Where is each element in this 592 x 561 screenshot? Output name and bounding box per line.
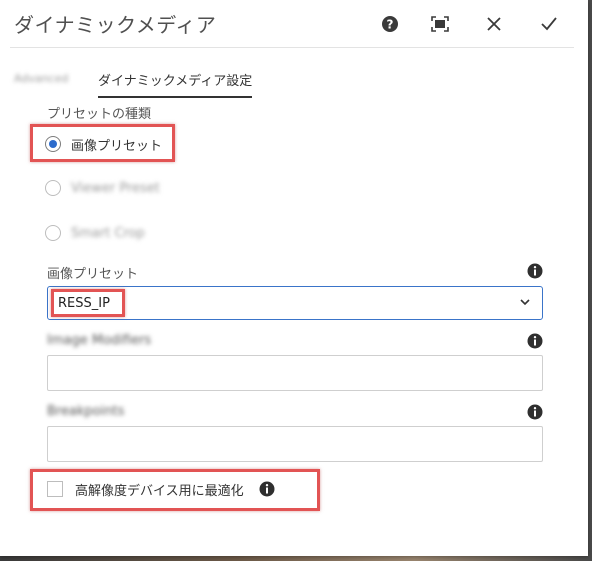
preset-type-label: プリセットの種類 [47,107,152,122]
image-modifiers-label: Image Modifiers [47,333,152,348]
radio-button[interactable] [45,225,61,241]
svg-text:?: ? [387,18,394,32]
radio-label: Smart Crop [71,225,145,241]
fullscreen-button[interactable] [426,10,454,38]
tab-dynamic-media-settings[interactable]: ダイナミックメディア設定 [98,70,253,98]
dialog-title: ダイナミックメディア [14,13,217,37]
radio-image-preset[interactable]: 画像プリセット [45,132,162,156]
fullscreen-icon [431,16,449,32]
info-icon[interactable] [527,263,543,279]
info-icon[interactable] [259,481,275,497]
header-divider [10,47,574,48]
optimize-checkbox-label: 高解像度デバイス用に最適化 [75,483,244,499]
help-icon: ? [382,16,398,32]
highlight-box [51,289,125,317]
image-preset-label: 画像プリセット [47,267,139,282]
image-modifiers-input[interactable] [47,355,543,391]
radio-viewer-preset[interactable]: Viewer Preset [45,176,160,200]
breakpoints-input[interactable] [47,426,543,462]
info-icon[interactable] [527,333,543,349]
help-button[interactable]: ? [376,10,404,38]
radio-button[interactable] [45,136,61,152]
radio-button[interactable] [45,180,61,196]
optimize-row: 高解像度デバイス用に最適化 [47,478,244,500]
done-button[interactable] [535,10,563,38]
chevron-down-icon [520,299,530,306]
dialog-header: ダイナミックメディア ? [0,0,588,48]
optimize-checkbox[interactable] [47,481,63,497]
close-icon [487,17,501,31]
close-button[interactable] [480,10,508,38]
breakpoints-label: Breakpoints [47,404,125,419]
info-icon[interactable] [527,404,543,420]
dynamic-media-dialog: ダイナミックメディア ? Advanced ダイナミックメディア設定 プリセット… [0,0,588,556]
radio-label: 画像プリセット [71,138,163,154]
radio-label: Viewer Preset [71,180,160,196]
done-icon [541,17,557,31]
tab-advanced[interactable]: Advanced [14,72,68,85]
radio-smart-crop[interactable]: Smart Crop [45,221,145,245]
tab-bar: Advanced ダイナミックメディア設定 [0,62,588,102]
